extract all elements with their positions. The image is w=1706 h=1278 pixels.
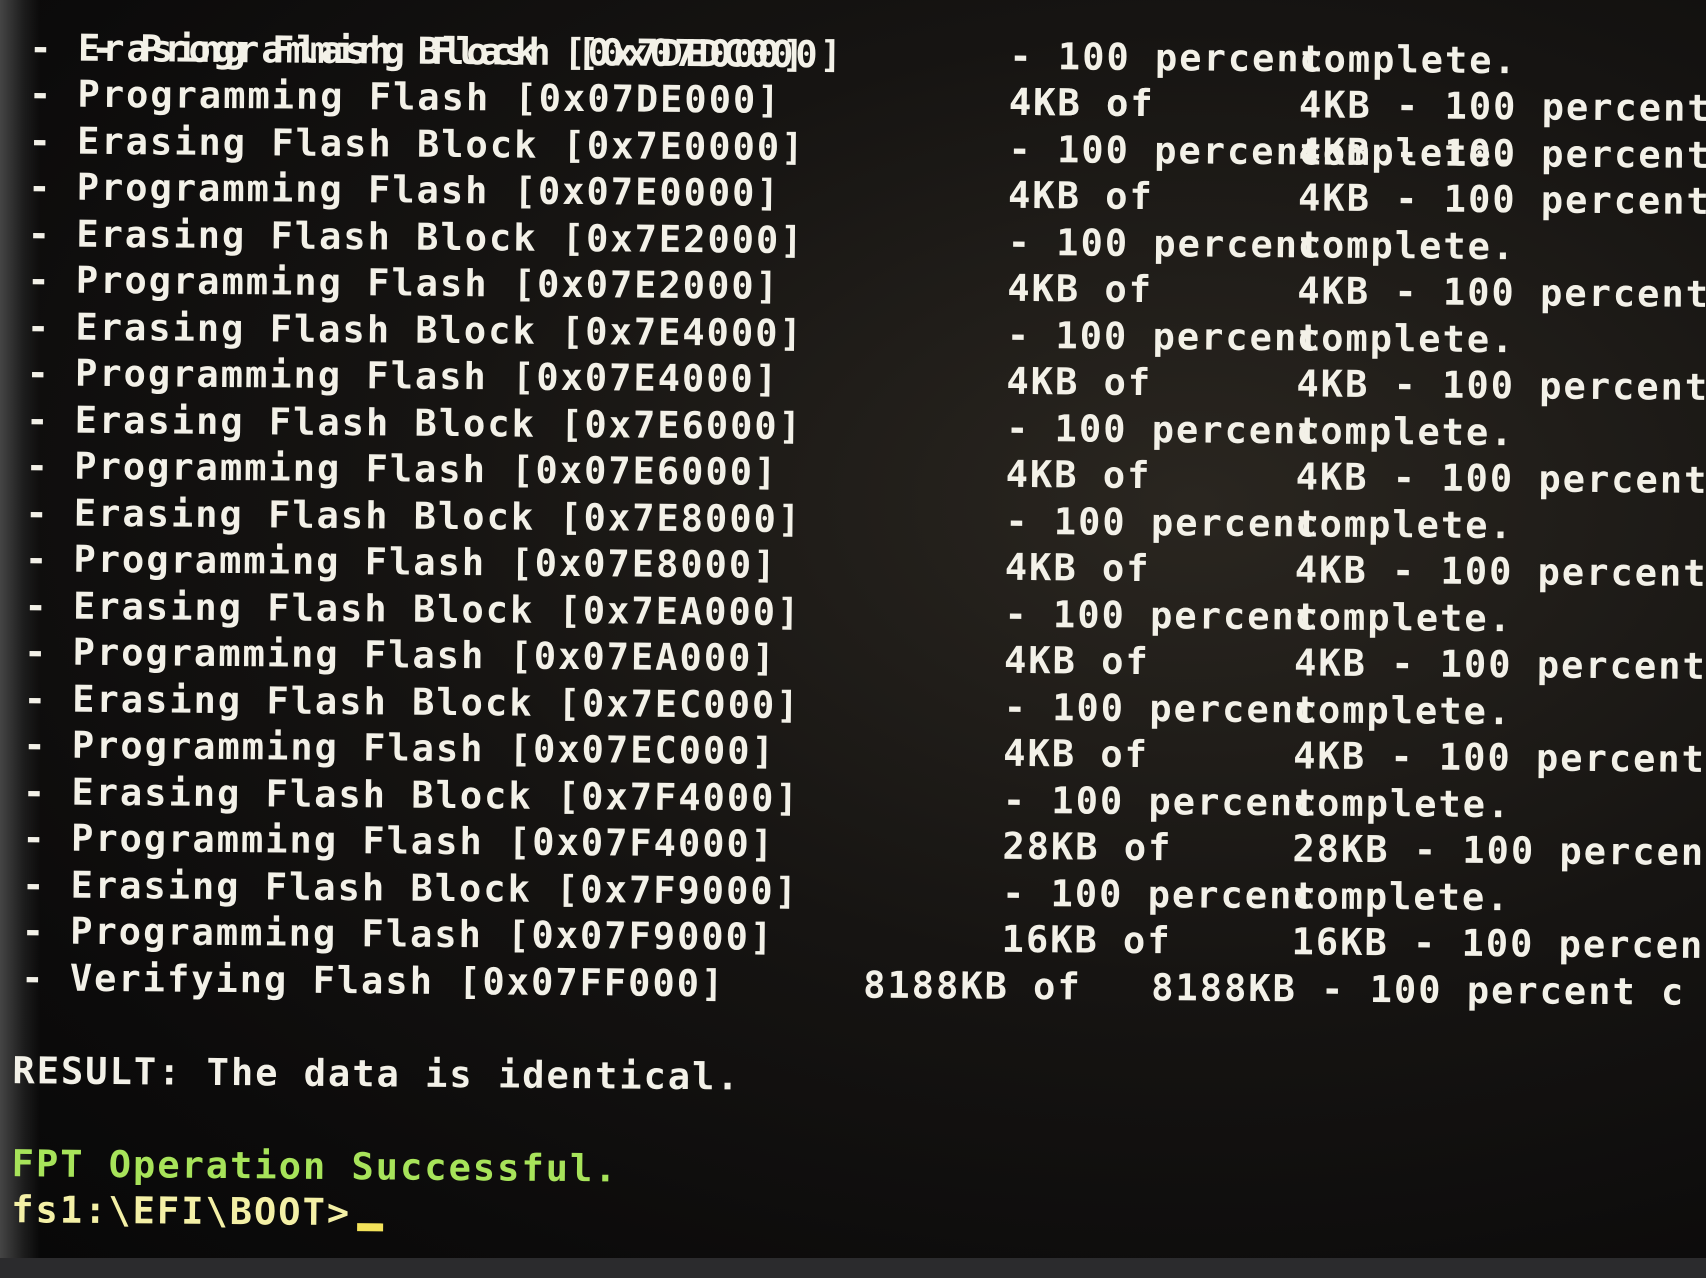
line-tail: complete. [1299, 36, 1519, 82]
line-tail: complete. [1291, 873, 1511, 919]
line-tail: 4KB - 100 percent [1298, 83, 1706, 130]
line-operation: - Erasing Flash Block [0x7F4000] [22, 769, 800, 820]
line-operation: - Erasing Flash Block [0x7E6000] [25, 397, 804, 448]
line-tail: 4KB - 100 percent [1296, 362, 1706, 409]
line-progress: 8188KB of [863, 963, 1082, 1008]
line-progress: 4KB of [1008, 80, 1155, 126]
line-tail: 28KB - 100 percent [1292, 827, 1706, 875]
line-operation: - Programming Flash [0x07E8000] [24, 537, 778, 587]
line-operation: - Erasing Flash Block [0x7E8000] [25, 490, 803, 541]
line-operation: - Programming Flash [0x07EC000] [23, 723, 777, 773]
line-progress: - 100 percent [1009, 34, 1326, 81]
text-cursor [356, 1223, 384, 1232]
line-tail: complete. [1298, 129, 1518, 175]
terminal-output: - Programming Flash [0x07DC000] 4KB of 4… [0, 0, 1706, 1234]
line-progress: - 100 percent [1007, 220, 1324, 267]
line-progress: 16KB of [1001, 917, 1172, 963]
line-progress: 4KB of [1005, 452, 1152, 498]
line-tail: complete. [1295, 501, 1514, 547]
terminal-screen: - Programming Flash [0x07DC000] 4KB of 4… [0, 0, 1706, 1258]
shell-prompt[interactable]: fs1:\EFI\BOOT> [11, 1187, 384, 1237]
line-operation: - Erasing Flash Block [0x7EA000] [24, 583, 802, 634]
line-operation: - Erasing Flash Block [0x7F9000] [21, 862, 800, 913]
line-progress: 4KB of [1003, 731, 1150, 777]
line-tail: 4KB - 100 percent [1295, 455, 1706, 502]
line-progress: 28KB of [1002, 824, 1173, 870]
line-progress: 4KB of [1003, 638, 1150, 684]
line-tail: complete. [1296, 315, 1516, 361]
line-operation: - Erasing Flash Block [0x7DE000] [29, 25, 807, 76]
line-progress: - 100 percent [1006, 313, 1323, 360]
terminal-lines: - Erasing Flash Block [0x7DE000] - 100 pe… [0, 24, 1706, 1016]
line-operation: - Programming Flash [0x07F9000] [21, 909, 775, 959]
line-tail: 4KB - 100 percent [1297, 176, 1706, 223]
line-progress: - 100 percent [1005, 406, 1322, 453]
line-operation: - Programming Flash [0x07E4000] [26, 351, 780, 401]
line-operation: - Erasing Flash Block [0x7E2000] [27, 211, 805, 262]
line-progress: - 100 percent [1001, 871, 1318, 918]
line-operation: - Programming Flash [0x07DE000] [28, 72, 782, 122]
line-operation: - Erasing Flash Block [0x7E0000] [28, 118, 806, 169]
line-operation: - Erasing Flash Block [0x7E4000] [26, 304, 804, 355]
line-tail: 4KB - 100 percent [1294, 548, 1706, 595]
line-operation: - Programming Flash [0x07E2000] [27, 258, 781, 308]
line-progress: - 100 percent [1005, 499, 1322, 546]
prompt-path: fs1:\EFI\BOOT> [11, 1188, 352, 1235]
line-tail: 16KB - 100 percent [1291, 920, 1706, 968]
line-operation: - Programming Flash [0x07E6000] [25, 444, 779, 494]
line-progress: - 100 percent [1003, 685, 1320, 732]
line-operation: - Programming Flash [0x07F4000] [22, 816, 776, 866]
line-operation: - Programming Flash [0x07EA000] [23, 630, 777, 680]
line-progress: - 100 percent [1002, 778, 1319, 825]
line-tail: 8188KB - 100 percent c [1151, 965, 1686, 1014]
line-tail: 4KB - 100 percent [1297, 269, 1706, 316]
line-operation: - Programming Flash [0x07E0000] [27, 165, 781, 215]
line-operation: - Erasing Flash Block [0x7EC000] [23, 676, 801, 727]
line-tail: 4KB - 100 percent [1293, 734, 1706, 781]
line-operation: - Verifying Flash [0x07FF000] [21, 955, 726, 1005]
line-tail: complete. [1297, 222, 1517, 268]
line-tail: complete. [1292, 780, 1512, 826]
line-progress: 4KB of [1004, 545, 1151, 591]
line-progress: - 100 percent [1004, 592, 1321, 639]
line-tail: complete. [1295, 408, 1515, 454]
line-progress: - 100 percent [1008, 127, 1325, 174]
line-tail: 4KB - 100 percent [1293, 641, 1706, 688]
line-tail: complete. [1293, 687, 1513, 733]
line-progress: 4KB of [1007, 266, 1154, 312]
line-tail: complete. [1294, 594, 1514, 640]
line-progress: 4KB of [1006, 359, 1153, 405]
line-progress: 4KB of [1007, 173, 1154, 219]
